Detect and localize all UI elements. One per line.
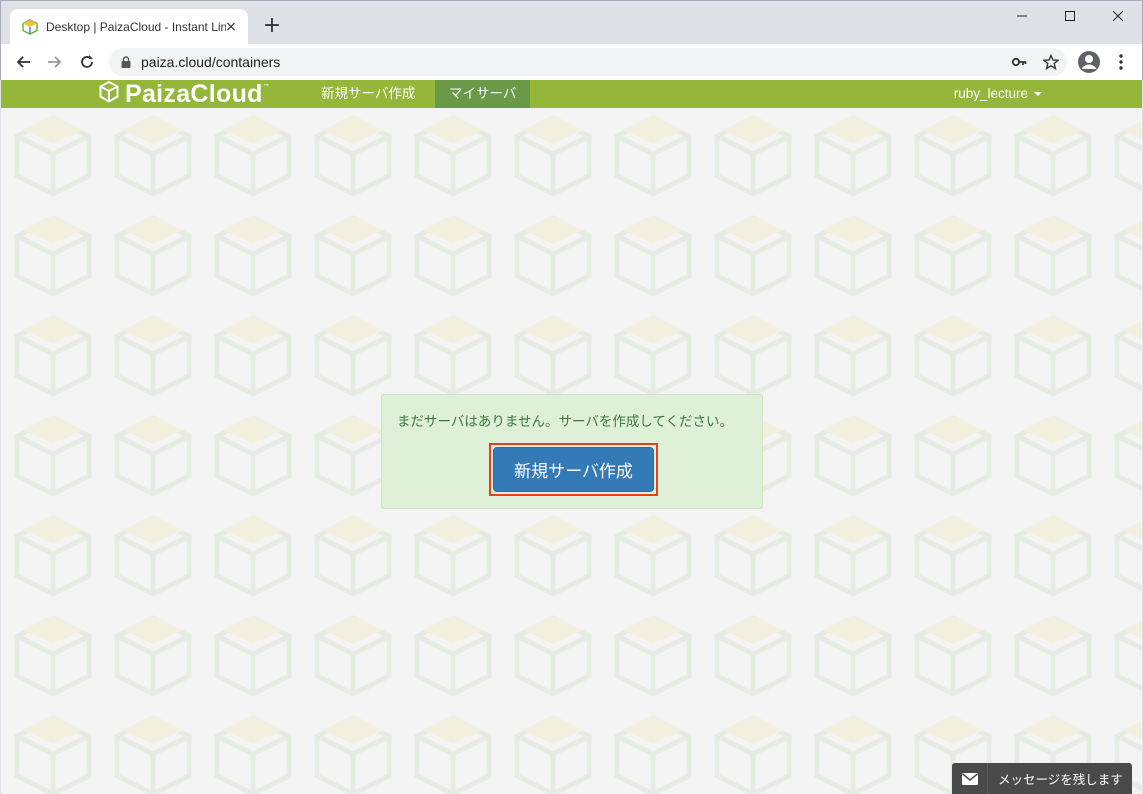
menu-dots-icon[interactable]: [1111, 50, 1131, 74]
username: ruby_lecture: [953, 86, 1028, 101]
nav-item-new-server[interactable]: 新規サーバ作成: [307, 80, 429, 108]
leave-message-label: メッセージを残します: [998, 772, 1123, 787]
reload-icon[interactable]: [75, 50, 99, 74]
close-icon[interactable]: ×: [222, 18, 240, 36]
site-navbar: PaizaCloud ™ 新規サーバ作成 マイサーバ ruby_lecture: [1, 80, 1142, 108]
nav-item-my-server[interactable]: マイサーバ: [435, 80, 531, 108]
address-bar[interactable]: paiza.cloud/containers: [109, 48, 1067, 76]
leave-message-widget[interactable]: メッセージを残します: [952, 763, 1132, 794]
paizacloud-logo-icon: [99, 80, 119, 107]
page-content: PaizaCloud ™ 新規サーバ作成 マイサーバ ruby_lecture …: [1, 80, 1142, 794]
maximize-icon[interactable]: [1046, 1, 1094, 31]
tab-title: Desktop | PaizaCloud - Instant Linux Clo…: [46, 20, 226, 34]
brand-name: PaizaCloud: [125, 80, 263, 108]
envelope-icon: [952, 763, 988, 794]
key-icon[interactable]: [1009, 52, 1029, 72]
browser-tab[interactable]: Desktop | PaizaCloud - Instant Linux Clo…: [10, 9, 248, 45]
brand-trademark: ™: [262, 83, 270, 91]
paizacloud-favicon: [22, 19, 38, 35]
window-controls: [998, 1, 1142, 31]
browser-toolbar: paiza.cloud/containers: [0, 44, 1143, 80]
window-close-icon[interactable]: [1094, 1, 1142, 31]
back-arrow-icon[interactable]: [11, 50, 35, 74]
no-server-alert: まだサーバはありません。サーバを作成してください。 新規サーバ作成: [381, 394, 763, 509]
profile-icon[interactable]: [1077, 50, 1101, 74]
create-server-button[interactable]: 新規サーバ作成: [493, 447, 654, 492]
url-text: paiza.cloud/containers: [141, 54, 281, 70]
browser-tabstrip: Desktop | PaizaCloud - Instant Linux Clo…: [0, 0, 1143, 45]
star-icon[interactable]: [1041, 52, 1061, 72]
alert-message: まだサーバはありません。サーバを作成してください。: [397, 414, 734, 430]
user-menu[interactable]: ruby_lecture: [954, 80, 1042, 108]
caret-down-icon: [1034, 92, 1042, 97]
lock-icon: [121, 53, 131, 72]
plus-icon[interactable]: +: [261, 15, 283, 37]
minimize-icon[interactable]: [998, 1, 1046, 31]
forward-arrow-icon[interactable]: [43, 50, 67, 74]
brand-logo[interactable]: PaizaCloud ™: [99, 80, 270, 108]
